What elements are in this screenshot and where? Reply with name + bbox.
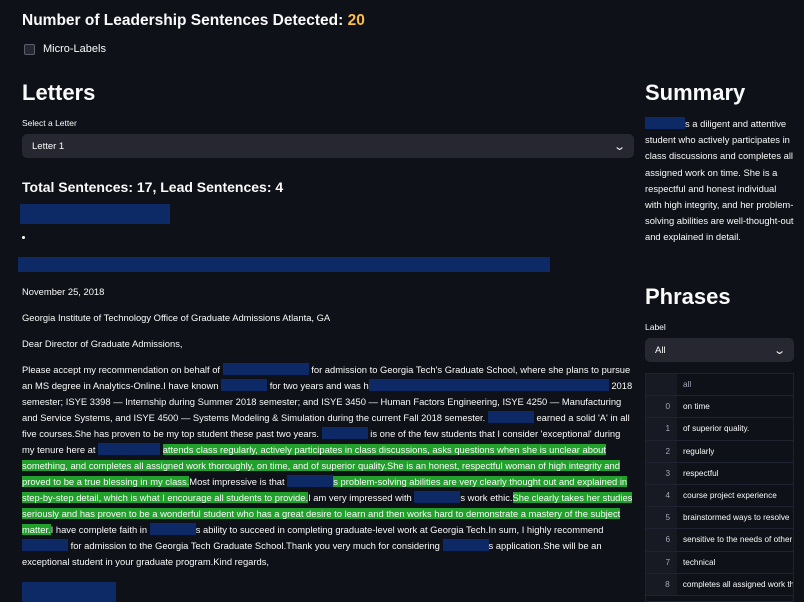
sentence-totals: Total Sentences: 17, Lead Sentences: 4 [22,179,284,195]
table-row[interactable]: 2 regularly [646,440,793,463]
chevron-down-icon: ⌄ [772,344,786,357]
redacted-signature [22,582,116,602]
phrase-label-select-value: All [655,344,666,356]
summary-text: s a diligent and attentive student who a… [645,117,794,243]
phrase-label-select[interactable]: All ⌄ [645,338,794,362]
redacted-text [368,379,609,391]
list-bullet [22,236,25,239]
redacted-name [98,443,161,455]
redacted-name [149,523,196,535]
count-label: Number of Leadership Sentences Detected: [22,12,344,29]
table-row[interactable]: 7 technical [646,551,793,574]
redacted-name [321,427,368,439]
letter-date: November 25, 2018 [22,286,105,297]
phrases-table[interactable]: all 0 on time 1 of superior quality. 2 regu… [645,373,794,602]
redacted-block [20,204,170,224]
redacted-name [487,411,534,423]
select-letter-label: Select a Letter [22,118,77,128]
phrase-label-caption: Label [645,322,666,332]
chevron-down-icon: ⌄ [612,140,626,153]
table-row[interactable]: 6 sensitive to the needs of other [646,529,793,552]
letter-select[interactable]: Letter 1 ⌄ [22,134,634,158]
redacted-name [287,475,334,487]
letter-address: Georgia Institute of Technology Office o… [22,312,331,323]
column-header[interactable]: all [677,380,691,389]
redacted-name [414,491,461,503]
table-row[interactable]: 8 completes all assigned work th [646,573,793,596]
table-row[interactable]: 5 brainstormed ways to resolve [646,507,793,530]
redacted-block [18,257,550,272]
letters-heading: Letters [22,80,96,105]
micro-labels-toggle[interactable]: Micro-Labels [24,43,106,55]
table-row[interactable]: 0 on time [646,396,793,419]
count-value: 20 [347,12,365,29]
table-header: all [646,374,793,397]
redacted-name [442,539,489,551]
redacted-name [22,539,68,551]
table-row[interactable]: 1 of superior quality. [646,418,793,441]
letter-salutation: Dear Director of Graduate Admissions, [22,338,183,349]
redacted-name [221,379,268,391]
summary-heading: Summary [645,80,746,105]
micro-labels-label: Micro-Labels [43,43,106,55]
phrases-heading: Phrases [645,284,731,309]
letter-body: November 25, 2018 Georgia Institute of T… [22,284,634,580]
redacted-name [222,363,309,375]
table-row[interactable]: 4 course project experience [646,484,793,508]
table-row[interactable]: 3 respectful [646,462,793,485]
letter-paragraph: Please accept my recommendation on behal… [22,363,633,567]
leadership-count-title: Number of Leadership Sentences Detected:… [22,12,365,30]
letter-select-value: Letter 1 [32,140,65,152]
micro-labels-checkbox[interactable] [24,43,35,55]
redacted-name [645,117,685,129]
